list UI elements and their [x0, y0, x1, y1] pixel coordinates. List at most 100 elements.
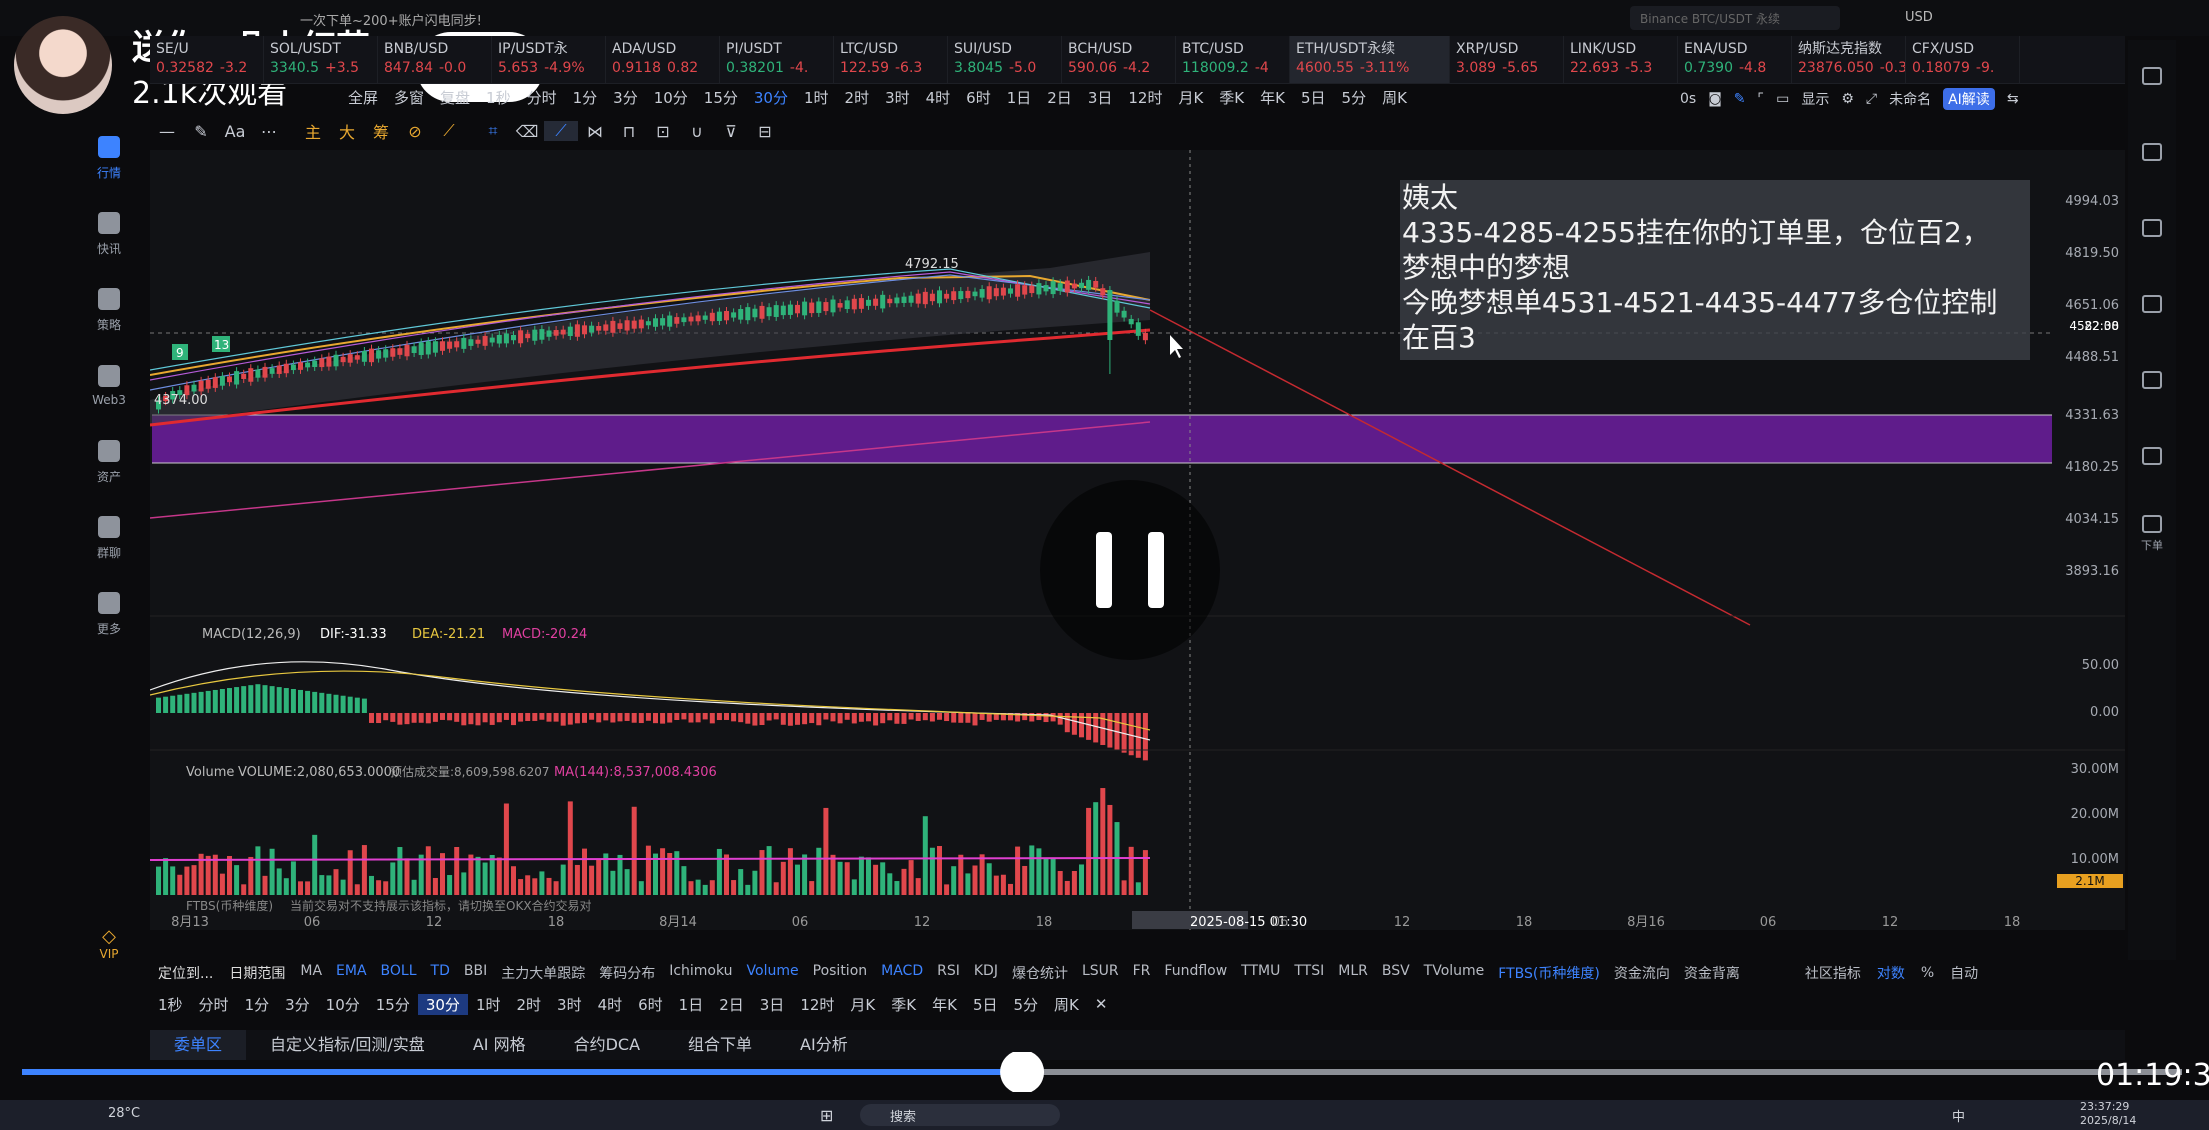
fullscreen-control[interactable]: 全屏 — [340, 87, 386, 108]
indicator-option[interactable]: 筹码分布 — [592, 963, 662, 983]
timeframe-option[interactable]: 季K — [883, 994, 924, 1015]
gear-icon[interactable]: ⚙ — [1841, 91, 1854, 107]
timeframe-option[interactable]: 季K — [1211, 87, 1252, 108]
nav-item[interactable]: 快讯 — [78, 196, 140, 272]
ruler-icon[interactable]: ▭ — [1776, 91, 1789, 107]
locate-button[interactable]: 定位到... — [150, 963, 221, 983]
timeframe-option[interactable]: 3日 — [752, 994, 793, 1015]
timeframe-option[interactable]: 5分 — [1005, 994, 1046, 1015]
eraser-icon[interactable]: ⌫ — [510, 122, 544, 141]
timeframe-option[interactable]: 月K — [842, 994, 883, 1015]
percent-toggle[interactable]: % — [1913, 965, 1942, 981]
cursor-icon[interactable]: ⌗ — [476, 121, 510, 141]
right-nav-item[interactable] — [2128, 268, 2176, 344]
timeframe-option[interactable]: 15分 — [368, 994, 418, 1015]
right-nav-item[interactable] — [2128, 116, 2176, 192]
timeframe-option[interactable]: 分时 — [191, 994, 237, 1015]
timeframe-option[interactable]: 2日 — [711, 994, 752, 1015]
timeframe-option[interactable]: 年K — [1252, 87, 1293, 108]
symbol-tab[interactable]: SOL/USDT 3340.5 +3.5 — [264, 36, 378, 83]
brush-icon[interactable]: ✎ — [184, 122, 218, 141]
date-range-select[interactable]: 日期范围 — [221, 963, 293, 983]
avatar[interactable] — [14, 16, 112, 114]
indicator-option[interactable]: MA — [293, 963, 329, 983]
indicator-option[interactable]: FTBS(币种维度) — [1491, 963, 1607, 983]
timeframe-option[interactable]: 2时 — [508, 994, 549, 1015]
indicator-option[interactable]: Volume — [740, 963, 806, 983]
indicator-option[interactable]: 主力大单跟踪 — [494, 963, 592, 983]
layout-name[interactable]: 未命名 — [1889, 89, 1931, 109]
share-icon[interactable]: ⇆ — [2007, 91, 2019, 107]
indicator-option[interactable]: Ichimoku — [662, 963, 739, 983]
nav-item[interactable]: 更多 — [78, 576, 140, 652]
timeframe-option[interactable]: 30分 — [746, 87, 796, 108]
timeframe-option[interactable]: 5日 — [1293, 87, 1334, 108]
symbol-tab[interactable]: LTC/USD 122.59 -6.3 — [834, 36, 948, 83]
indicator-option[interactable]: 爆仓统计 — [1005, 963, 1075, 983]
timeframe-option[interactable]: 10分 — [318, 994, 368, 1015]
timeframe-option[interactable]: 12时 — [792, 994, 842, 1015]
timeframe-option[interactable]: 4时 — [590, 994, 631, 1015]
crop-icon[interactable]: ⌜ — [1758, 91, 1765, 107]
symbol-tab[interactable]: LINK/USD 22.693 -5.3 — [1564, 36, 1678, 83]
timeframe-option[interactable]: 6时 — [630, 994, 671, 1015]
chips-button[interactable]: 筹 — [364, 119, 398, 143]
timeframe-option[interactable]: 周K — [1374, 87, 1415, 108]
video-progress[interactable] — [22, 1052, 2182, 1092]
timeframe-option[interactable]: 年K — [924, 994, 965, 1015]
big-order-button[interactable]: 大 — [330, 119, 364, 143]
ime-indicator[interactable]: 中 — [1952, 1106, 1965, 1125]
indicator-option[interactable]: LSUR — [1075, 963, 1126, 983]
timeframe-option[interactable]: 1秒 — [478, 87, 519, 108]
taskbar-search[interactable]: 搜索 — [860, 1104, 1060, 1126]
timeframe-option[interactable]: 5日 — [965, 994, 1006, 1015]
camera-icon[interactable]: ◙ — [1708, 91, 1722, 107]
log-scale-toggle[interactable]: 对数 — [1869, 963, 1913, 983]
pencil-icon[interactable]: ✎ — [1734, 91, 1746, 107]
symbol-tab[interactable]: ETH/USDT永续 4600.55 -3.11% — [1290, 36, 1450, 83]
timeframe-option[interactable]: 1分 — [237, 994, 278, 1015]
indicator-option[interactable]: RSI — [930, 963, 967, 983]
community-indicators[interactable]: 社区指标 — [1797, 963, 1869, 983]
timeframe-option[interactable]: 30分 — [417, 993, 468, 1015]
symbol-tab[interactable]: XRP/USD 3.089 -5.65 — [1450, 36, 1564, 83]
expand-icon[interactable]: ⤢ — [1866, 91, 1877, 107]
timeframe-option[interactable]: 周K — [1046, 994, 1087, 1015]
zero-seconds[interactable]: 0s — [1680, 91, 1696, 107]
trash-icon[interactable]: ⊟ — [748, 122, 782, 141]
indicator-option[interactable]: KDJ — [967, 963, 1005, 983]
right-nav-item[interactable] — [2128, 344, 2176, 420]
close-icon[interactable]: ✕ — [1087, 995, 1116, 1013]
timeframe-option[interactable]: 3分 — [277, 994, 318, 1015]
indicator-option[interactable]: EMA — [329, 963, 374, 983]
note-icon[interactable]: ⊡ — [646, 122, 680, 141]
indicator-option[interactable]: BOLL — [374, 963, 424, 983]
timeframe-option[interactable]: 3时 — [877, 87, 918, 108]
progress-knob[interactable] — [1000, 1052, 1045, 1092]
timeframe-option[interactable]: 15分 — [696, 87, 746, 108]
timeframe-option[interactable]: 6时 — [958, 87, 999, 108]
currency-select[interactable]: USD — [1905, 10, 1933, 25]
lock-icon[interactable]: ⊓ — [612, 122, 646, 141]
timeframe-option[interactable]: 1秒 — [150, 994, 191, 1015]
symbol-tab[interactable]: BTC/USD 118009.2 -4 — [1176, 36, 1290, 83]
symbol-tab[interactable]: CFX/USD 0.18079 -9. — [1906, 36, 2020, 83]
right-nav-item[interactable] — [2128, 40, 2176, 116]
timeframe-option[interactable]: 5分 — [1334, 87, 1375, 108]
indicator-option[interactable]: 资金背离 — [1677, 963, 1747, 983]
indicator-option[interactable]: BSV — [1375, 963, 1417, 983]
timeframe-option[interactable]: 3时 — [549, 994, 590, 1015]
main-indicator-button[interactable]: 主 — [296, 119, 330, 143]
nav-item[interactable]: 资产 — [78, 424, 140, 500]
indicator-option[interactable]: TTSI — [1287, 963, 1331, 983]
indicator-option[interactable]: FR — [1126, 963, 1158, 983]
right-nav-item[interactable] — [2128, 420, 2176, 496]
magnet-icon[interactable]: ∪ — [680, 122, 714, 141]
timeframe-option[interactable]: 10分 — [646, 87, 696, 108]
trend-icon[interactable]: ⟋ — [544, 121, 578, 141]
indicator-option[interactable]: MLR — [1331, 963, 1375, 983]
more-icon[interactable]: ⋯ — [252, 122, 286, 141]
alert-icon[interactable]: ⊘ — [398, 122, 432, 141]
timeframe-option[interactable]: 3分 — [605, 87, 646, 108]
timeframe-option[interactable]: 2日 — [1039, 87, 1080, 108]
